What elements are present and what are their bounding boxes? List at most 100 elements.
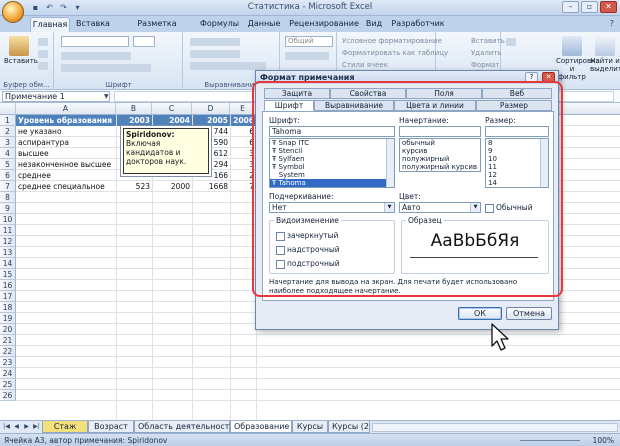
- cell-e[interactable]: 6: [230, 137, 256, 148]
- cell-c[interactable]: 2000: [152, 181, 192, 192]
- tab-insert[interactable]: Вставка: [74, 17, 112, 32]
- format-painter-icon[interactable]: [38, 62, 48, 70]
- select-all-corner[interactable]: [0, 103, 16, 115]
- insert-cells-button[interactable]: Вставить: [471, 36, 505, 46]
- sort-filter-button[interactable]: Сортировка и фильтр: [556, 36, 600, 81]
- style-input[interactable]: [399, 126, 481, 137]
- font-option-selected[interactable]: Ŧ Tahoma: [270, 179, 394, 187]
- paste-button[interactable]: Вставить: [4, 36, 38, 65]
- cell-e[interactable]: 7: [230, 181, 256, 192]
- font-input[interactable]: Tahoma: [269, 126, 395, 137]
- row-header[interactable]: 21: [0, 335, 16, 346]
- format-cells-button[interactable]: Формат: [471, 60, 499, 70]
- size-option[interactable]: 9: [486, 147, 548, 155]
- sheet-tab[interactable]: Возраст: [88, 421, 134, 433]
- cell-e[interactable]: 3: [230, 159, 256, 170]
- maximize-icon[interactable]: ▫: [581, 1, 598, 13]
- row-header[interactable]: 3: [0, 137, 16, 148]
- help-icon[interactable]: ?: [525, 72, 538, 82]
- size-option[interactable]: 14: [486, 179, 548, 187]
- sheet-tab[interactable]: Стаж: [42, 421, 88, 433]
- row-header[interactable]: 18: [0, 302, 16, 313]
- font-color-buttons[interactable]: [61, 64, 151, 72]
- sum-icon[interactable]: [506, 38, 516, 46]
- font-list[interactable]: Ŧ Snap ITC Ŧ Stencil Ŧ Sylfaen Ŧ Symbol …: [269, 138, 395, 188]
- close-icon[interactable]: ✕: [600, 1, 617, 13]
- column-header[interactable]: C: [152, 103, 192, 115]
- normal-checkbox[interactable]: Обычный: [485, 203, 533, 213]
- row-header[interactable]: 19: [0, 313, 16, 324]
- font-list-scrollbar[interactable]: [386, 139, 394, 187]
- row-header[interactable]: 5: [0, 159, 16, 170]
- row-header[interactable]: 8: [0, 192, 16, 203]
- delete-cells-button[interactable]: Удалить: [471, 48, 502, 58]
- close-icon[interactable]: ✕: [542, 72, 555, 82]
- cancel-button[interactable]: Отмена: [506, 307, 552, 320]
- align-top-buttons[interactable]: [190, 38, 240, 46]
- column-header[interactable]: D: [192, 103, 230, 115]
- office-button[interactable]: [2, 1, 24, 23]
- superscript-checkbox[interactable]: надстрочный: [276, 245, 340, 255]
- cell-d[interactable]: 1668: [192, 181, 230, 192]
- row-header[interactable]: 13: [0, 247, 16, 258]
- row-header[interactable]: 23: [0, 357, 16, 368]
- row-header[interactable]: 14: [0, 258, 16, 269]
- cell-e[interactable]: 2006: [230, 115, 256, 126]
- format-as-table-button[interactable]: Форматировать как таблицу: [342, 48, 448, 58]
- row-header[interactable]: 2: [0, 126, 16, 137]
- find-select-button[interactable]: Найти и выделить: [590, 36, 620, 73]
- font-option[interactable]: Ŧ Stencil: [270, 147, 394, 155]
- style-list[interactable]: обычный курсив полужирный полужирный кур…: [399, 138, 481, 172]
- copy-icon[interactable]: [38, 50, 48, 58]
- number-buttons[interactable]: [285, 52, 329, 60]
- first-sheet-icon[interactable]: |◀: [2, 422, 11, 432]
- row-header[interactable]: 4: [0, 148, 16, 159]
- cell-e[interactable]: 6: [230, 126, 256, 137]
- chevron-down-icon[interactable]: ▼: [384, 203, 394, 212]
- cell-a[interactable]: аспирантура: [16, 137, 116, 148]
- tab-protection[interactable]: Защита: [264, 88, 330, 99]
- size-input[interactable]: [485, 126, 549, 137]
- row-header[interactable]: 6: [0, 170, 16, 181]
- tab-colors-lines[interactable]: Цвета и линии: [394, 100, 476, 111]
- column-header[interactable]: E: [230, 103, 256, 115]
- row-header[interactable]: 11: [0, 225, 16, 236]
- sheet-tab[interactable]: Курсы (2: [328, 421, 370, 433]
- cell-c[interactable]: 2004: [152, 115, 192, 126]
- tab-review[interactable]: Рецензирование: [288, 17, 360, 32]
- cell-a[interactable]: Уровень образования: [16, 115, 116, 126]
- color-select[interactable]: Авто ▼: [399, 202, 481, 213]
- row-header[interactable]: 20: [0, 324, 16, 335]
- sheet-tab[interactable]: Область деятельности: [134, 421, 235, 433]
- ok-button[interactable]: ОК: [458, 307, 502, 320]
- next-sheet-icon[interactable]: ▶: [22, 422, 31, 432]
- number-format-box[interactable]: Общий: [285, 36, 333, 47]
- style-option[interactable]: курсив: [400, 147, 480, 155]
- align-buttons[interactable]: [190, 50, 240, 58]
- tab-page-layout[interactable]: Разметка страницы: [116, 17, 198, 42]
- cell-styles-button[interactable]: Стили ячеек: [342, 60, 388, 70]
- cell-b[interactable]: 2003: [116, 115, 152, 126]
- style-option[interactable]: полужирный: [400, 155, 480, 163]
- conditional-formatting-button[interactable]: Условное форматирование: [342, 36, 442, 46]
- cell-a[interactable]: незаконченное высшее: [16, 159, 116, 170]
- zoom-level[interactable]: 100%: [593, 436, 614, 445]
- cell-a[interactable]: высшее: [16, 148, 116, 159]
- last-sheet-icon[interactable]: ▶|: [32, 422, 41, 432]
- tab-font[interactable]: Шрифт: [264, 100, 314, 111]
- name-box-dropdown-icon[interactable]: ▼: [104, 93, 109, 100]
- tab-developer[interactable]: Разработчик: [390, 17, 446, 32]
- cell-a[interactable]: среднее: [16, 170, 116, 181]
- tab-margins[interactable]: Поля: [406, 88, 482, 99]
- size-list[interactable]: 8 9 10 11 12 14: [485, 138, 549, 188]
- row-header[interactable]: 10: [0, 214, 16, 225]
- row-header[interactable]: 26: [0, 390, 16, 401]
- minimize-icon[interactable]: –: [562, 1, 579, 13]
- cell-e[interactable]: 2: [230, 170, 256, 181]
- horizontal-scrollbar[interactable]: [372, 423, 618, 432]
- help-icon[interactable]: ?: [610, 19, 614, 28]
- sheet-tab-active[interactable]: Образование: [230, 421, 292, 433]
- cell-d[interactable]: 2005: [192, 115, 230, 126]
- strikethrough-checkbox[interactable]: зачеркнутый: [276, 231, 338, 241]
- style-option[interactable]: полужирный курсив: [400, 163, 480, 171]
